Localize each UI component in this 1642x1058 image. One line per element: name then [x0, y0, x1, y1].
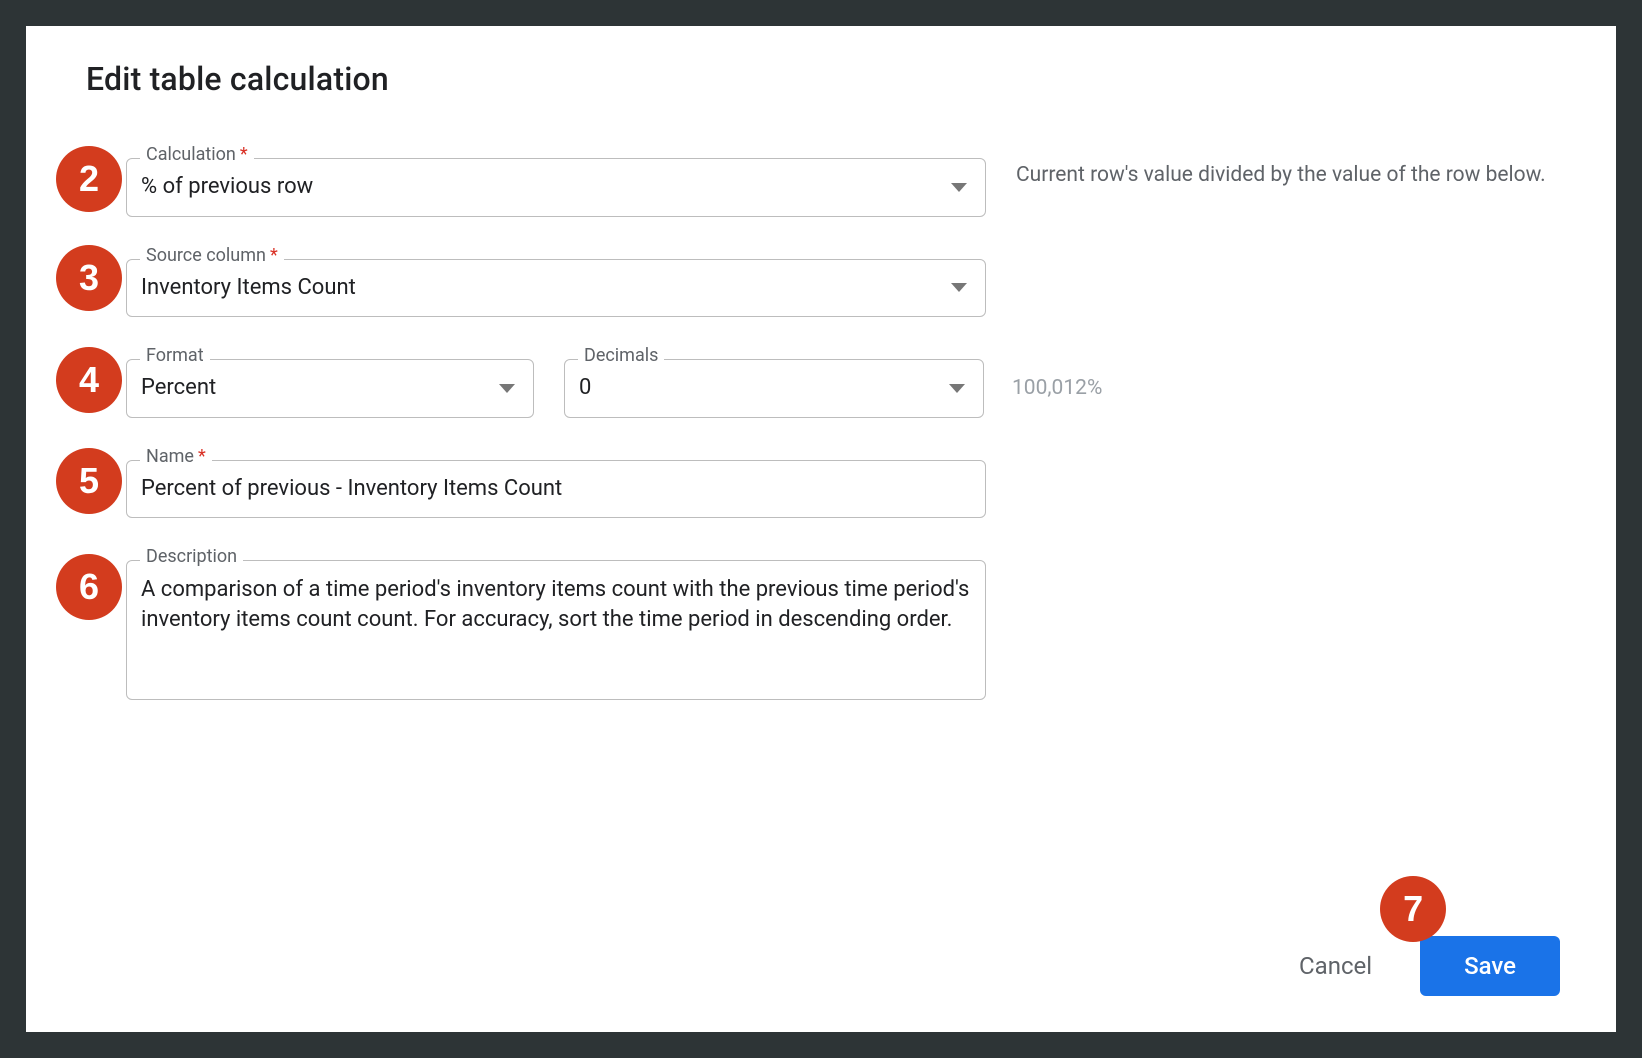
annotation-badge-6: 6 — [56, 554, 122, 620]
edit-table-calculation-dialog: Edit table calculation 2 Calculation* % … — [26, 26, 1616, 1032]
description-value: A comparison of a time period's inventor… — [141, 575, 971, 634]
calculation-value: % of previous row — [141, 173, 941, 202]
calculation-label-text: Calculation — [146, 144, 236, 165]
annotation-badge-5: 5 — [56, 448, 122, 514]
source-column-select[interactable]: Source column* Inventory Items Count — [126, 259, 986, 318]
format-preview: 100,012% — [1012, 376, 1102, 400]
cancel-button[interactable]: Cancel — [1299, 952, 1372, 980]
description-textarea[interactable]: Description A comparison of a time perio… — [126, 560, 986, 700]
chevron-down-icon — [951, 283, 967, 292]
required-star: * — [198, 446, 206, 467]
source-value: Inventory Items Count — [141, 274, 941, 303]
name-value: Percent of previous - Inventory Items Co… — [141, 475, 967, 504]
chevron-down-icon — [949, 384, 965, 393]
calculation-helper-text: Current row's value divided by the value… — [1016, 158, 1546, 190]
name-label: Name* — [140, 448, 212, 466]
annotation-badge-2: 2 — [56, 146, 122, 212]
dialog-title: Edit table calculation — [86, 60, 1556, 98]
chevron-down-icon — [951, 183, 967, 192]
source-label: Source column* — [140, 247, 284, 265]
save-button[interactable]: Save — [1420, 936, 1560, 996]
description-label: Description — [140, 548, 243, 566]
required-star: * — [270, 245, 278, 266]
decimals-value: 0 — [579, 374, 939, 403]
annotation-badge-4: 4 — [56, 347, 122, 413]
format-select[interactable]: Format Percent — [126, 359, 534, 418]
annotation-badge-3: 3 — [56, 245, 122, 311]
format-value: Percent — [141, 374, 489, 403]
decimals-label: Decimals — [578, 347, 664, 365]
chevron-down-icon — [499, 384, 515, 393]
required-star: * — [240, 144, 248, 165]
decimals-select[interactable]: Decimals 0 — [564, 359, 984, 418]
calculation-label: Calculation* — [140, 146, 254, 164]
annotation-badge-7: 7 — [1380, 876, 1446, 942]
name-input[interactable]: Name* Percent of previous - Inventory It… — [126, 460, 986, 519]
dialog-footer: Cancel 7 Save — [1299, 936, 1560, 996]
source-label-text: Source column — [146, 245, 266, 266]
format-label: Format — [140, 347, 210, 365]
name-label-text: Name — [146, 446, 194, 467]
calculation-select[interactable]: Calculation* % of previous row — [126, 158, 986, 217]
